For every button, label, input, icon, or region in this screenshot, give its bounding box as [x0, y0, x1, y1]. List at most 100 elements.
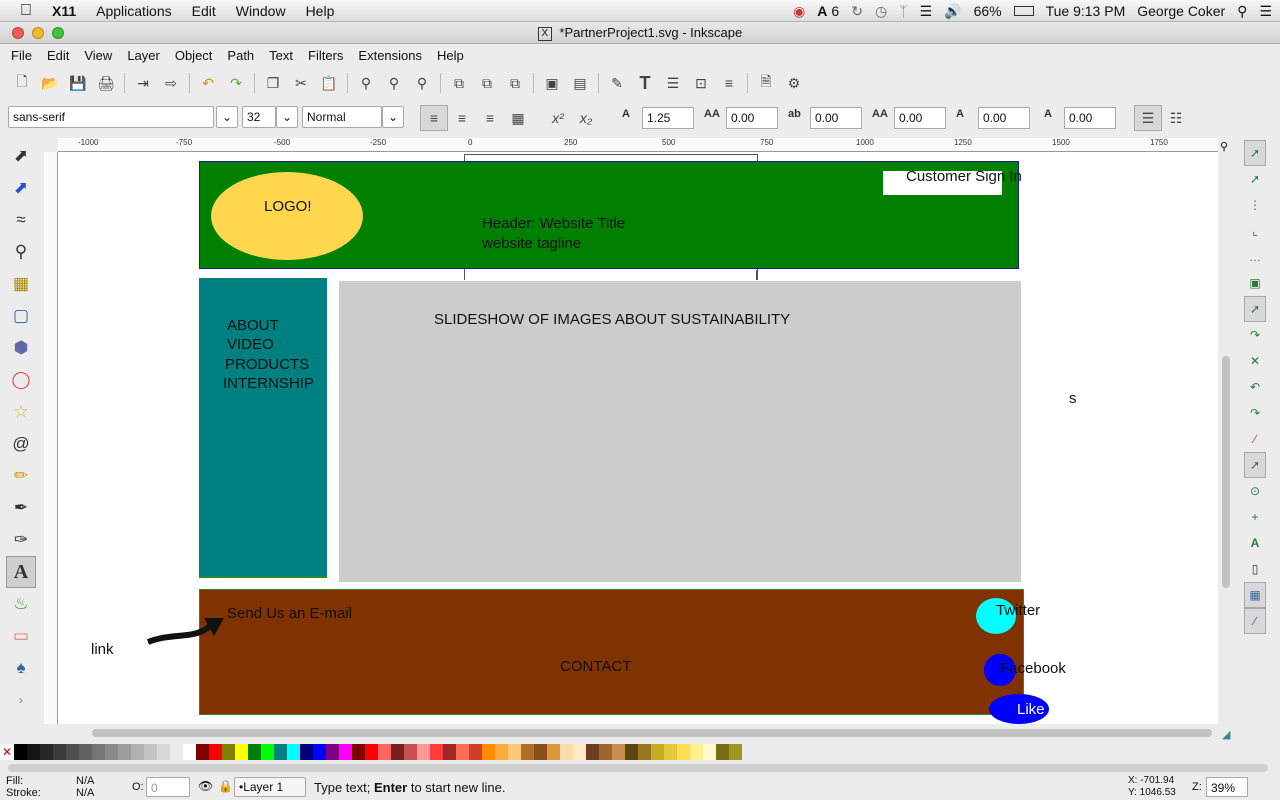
zoom-drawing-icon[interactable]: ⚲ [380, 70, 408, 96]
menu-view[interactable]: View [84, 48, 112, 63]
font-family-input[interactable]: sans-serif [8, 106, 214, 128]
color-swatch[interactable] [352, 744, 365, 760]
letter-spacing-input[interactable]: 0.00 [726, 107, 778, 129]
snap-midpoint-icon[interactable]: ∕ [1244, 426, 1266, 452]
word-spacing-input[interactable]: 0.00 [810, 107, 862, 129]
spiral-tool-icon[interactable]: @ [6, 428, 36, 460]
minimize-window-button[interactable] [32, 27, 44, 39]
snap-corner-icon[interactable]: ◢ [1222, 728, 1230, 741]
horizontal-text-icon[interactable]: ☰ [1134, 105, 1162, 131]
menu-file[interactable]: File [11, 48, 32, 63]
character-rotation-input[interactable]: 0.00 [1064, 107, 1116, 129]
rectangle-tool-icon[interactable]: ▢ [6, 300, 36, 332]
font-family-dropdown[interactable]: ⌄ [216, 106, 238, 128]
horizontal-scroll-thumb[interactable] [92, 729, 1212, 737]
nav-video[interactable]: VIDEO [227, 336, 274, 353]
color-swatch[interactable] [638, 744, 651, 760]
color-swatch[interactable] [508, 744, 521, 760]
drawing-canvas[interactable]: LOGO! Customer Sign In Header: Website T… [58, 152, 1218, 724]
zoom-page-icon[interactable]: ⚲ [408, 70, 436, 96]
stray-text[interactable]: s [1069, 390, 1077, 407]
star-tool-icon[interactable]: ☆ [6, 396, 36, 428]
snap-others-icon[interactable]: ➚ [1244, 452, 1266, 478]
bluetooth-icon[interactable]: ᛉ [899, 3, 907, 19]
print-icon[interactable]: 🖨 [92, 70, 120, 96]
duplicate-icon[interactable]: ⧉ [445, 70, 473, 96]
color-swatch[interactable] [105, 744, 118, 760]
color-swatch[interactable] [79, 744, 92, 760]
color-swatch[interactable] [27, 744, 40, 760]
layers-icon[interactable]: ☰ [659, 70, 687, 96]
vertical-scroll-thumb[interactable] [1222, 356, 1230, 588]
battery-icon[interactable] [1013, 6, 1034, 16]
color-swatch[interactable] [92, 744, 105, 760]
nav-products[interactable]: PRODUCTS [225, 356, 309, 373]
user-name[interactable]: George Coker [1137, 3, 1225, 19]
header-title-text[interactable]: Header: Website Title [482, 215, 625, 232]
copy-icon[interactable]: ❐ [259, 70, 287, 96]
os-menu-applications[interactable]: Applications [96, 3, 172, 19]
color-swatch[interactable] [131, 744, 144, 760]
text-tool-icon[interactable]: A [6, 556, 36, 588]
document-properties-icon[interactable]: 🗎 [752, 70, 780, 96]
font-style-dropdown[interactable]: ⌄ [382, 106, 404, 128]
color-swatch[interactable] [586, 744, 599, 760]
color-swatch[interactable] [53, 744, 66, 760]
color-palette[interactable]: ✕ [0, 744, 1280, 760]
color-swatch[interactable] [391, 744, 404, 760]
measure-tool-icon[interactable]: ▦ [6, 268, 36, 300]
vertical-text-icon[interactable]: ☷ [1162, 105, 1190, 131]
color-swatch[interactable] [326, 744, 339, 760]
color-swatch[interactable] [235, 744, 248, 760]
volume-icon[interactable]: 🔊 [944, 3, 961, 20]
color-swatch[interactable] [157, 744, 170, 760]
snap-bbox-center-icon[interactable]: ▣ [1244, 270, 1266, 296]
tweak-tool-icon[interactable]: ≈ [6, 204, 36, 236]
color-swatch[interactable] [287, 744, 300, 760]
horizontal-scrollbar[interactable] [58, 726, 1218, 740]
snap-enable-icon[interactable]: ➚ [1244, 140, 1266, 166]
color-swatch[interactable] [300, 744, 313, 760]
os-menu-help[interactable]: Help [306, 3, 335, 19]
color-swatch[interactable] [430, 744, 443, 760]
color-swatch[interactable] [573, 744, 586, 760]
snap-text-baseline-icon[interactable]: A [1244, 530, 1266, 556]
color-swatch[interactable] [170, 744, 183, 760]
layer-visibility-icon[interactable]: 👁 [198, 779, 213, 793]
zoom-window-button[interactable] [52, 27, 64, 39]
cut-icon[interactable]: ✂ [287, 70, 315, 96]
fill-value[interactable]: N/A [76, 775, 94, 787]
header-tagline-text[interactable]: website tagline [482, 235, 581, 252]
menu-object[interactable]: Object [175, 48, 213, 63]
time-machine-icon[interactable]: ◷ [875, 3, 887, 20]
group-icon[interactable]: ▣ [538, 70, 566, 96]
color-swatch[interactable] [664, 744, 677, 760]
color-swatch[interactable] [378, 744, 391, 760]
align-left-icon[interactable]: ≡ [420, 105, 448, 131]
save-icon[interactable]: 💾 [64, 70, 92, 96]
color-swatch[interactable] [66, 744, 79, 760]
color-swatch[interactable] [716, 744, 729, 760]
clock[interactable]: Tue 9:13 PM [1046, 3, 1126, 19]
eraser-tool-icon[interactable]: ▭ [6, 620, 36, 652]
stroke-value[interactable]: N/A [76, 787, 94, 799]
apple-icon[interactable]:  [20, 2, 32, 20]
spray-tool-icon[interactable]: ♨ [6, 588, 36, 620]
color-swatch[interactable] [248, 744, 261, 760]
color-swatch[interactable] [404, 744, 417, 760]
color-swatch[interactable] [40, 744, 53, 760]
font-size-input[interactable]: 32 [242, 106, 276, 128]
color-swatch[interactable] [547, 744, 560, 760]
nav-internship[interactable]: INTERNSHIP [223, 375, 314, 392]
twitter-text[interactable]: Twitter [996, 602, 1040, 619]
justify-icon[interactable]: ▦ [504, 105, 532, 131]
color-swatch[interactable] [495, 744, 508, 760]
paint-bucket-tool-icon[interactable]: ♠ [6, 652, 36, 684]
preferences-icon[interactable]: ⚙ [780, 70, 808, 96]
snap-nodes-icon[interactable]: ➚ [1244, 296, 1266, 322]
text-font-icon[interactable]: T [631, 70, 659, 96]
notification-center-icon[interactable]: ☰ [1259, 3, 1272, 20]
color-swatch[interactable] [144, 744, 157, 760]
import-icon[interactable]: ⇥ [129, 70, 157, 96]
node-tool-icon[interactable]: ⬈ [6, 172, 36, 204]
